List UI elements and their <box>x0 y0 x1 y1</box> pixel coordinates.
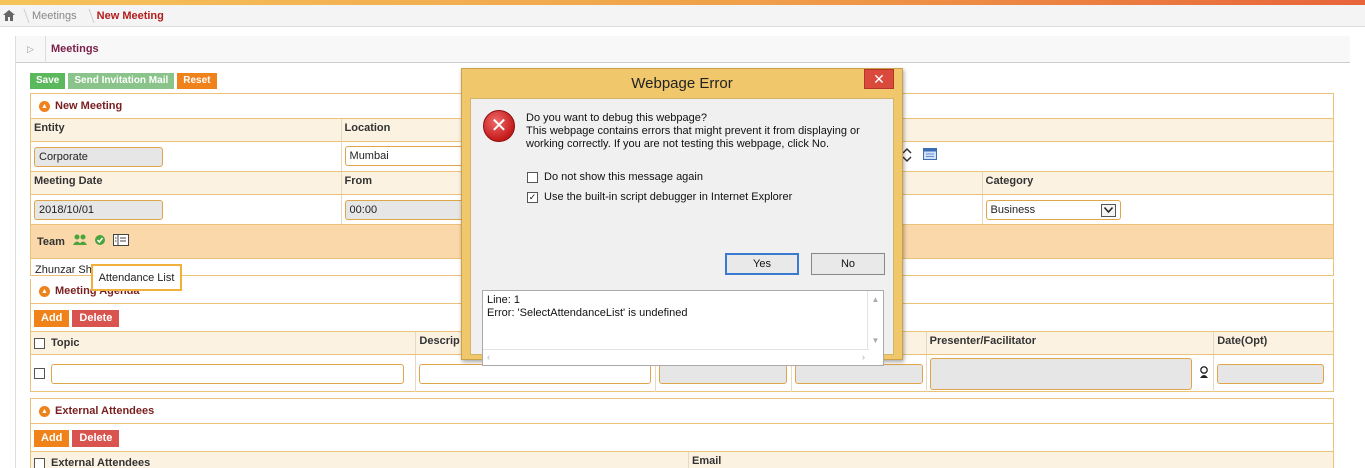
team-member-name: Zhunzar Sh <box>35 264 92 276</box>
description-input[interactable] <box>419 363 652 384</box>
dialog-message: Do you want to debug this webpage? This … <box>526 112 886 151</box>
external-attendees-header[interactable]: ▲ External Attendees <box>31 399 1333 423</box>
error-details-box[interactable]: Line: 1 Error: 'SelectAttendanceList' is… <box>482 290 884 366</box>
attendance-list-icon[interactable] <box>112 234 129 249</box>
external-add-button[interactable]: Add <box>34 430 70 447</box>
collapse-circle-icon[interactable]: ▲ <box>39 405 50 417</box>
dialog-question: Do you want to debug this webpage? <box>526 112 708 124</box>
external-actions: Add Delete <box>31 423 1333 451</box>
yes-button[interactable]: Yes <box>725 253 799 275</box>
date-opt-input[interactable] <box>1217 363 1325 384</box>
meeting-date-field[interactable]: 2018/10/01 <box>34 200 163 220</box>
spinner-icon[interactable] <box>902 147 912 166</box>
topic-header-label: Topic <box>51 337 80 349</box>
dialog-title: Webpage Error <box>631 75 733 92</box>
section-title: New Meeting <box>55 100 123 112</box>
breadcrumb-current: New Meeting <box>96 9 164 22</box>
breadcrumb-meetings-link[interactable]: Meetings <box>26 10 83 22</box>
breadcrumb-separator <box>83 5 91 27</box>
horizontal-scrollbar[interactable]: ‹ › <box>483 349 869 365</box>
category-label: Category <box>982 172 1334 194</box>
close-icon[interactable]: ✕ <box>864 69 894 89</box>
dont-show-checkbox[interactable] <box>527 171 538 183</box>
presenter-cell <box>927 355 1215 392</box>
email-column: Email <box>688 452 1333 468</box>
topic-input[interactable] <box>51 363 404 384</box>
topic-cell <box>31 355 417 392</box>
error-icon: ✕ <box>483 110 515 142</box>
vertical-scrollbar[interactable]: ▲ ▼ <box>867 291 883 349</box>
collapse-arrow-icon[interactable]: ▷ <box>16 35 46 63</box>
col4-input[interactable] <box>794 363 923 384</box>
category-cell: Business <box>983 195 1333 224</box>
date-opt-cell <box>1214 355 1333 392</box>
reset-button[interactable]: Reset <box>177 73 217 89</box>
error-message-text: Error: 'SelectAttendanceList' is undefin… <box>487 307 688 319</box>
no-button[interactable]: No <box>811 253 885 275</box>
team-label: Team <box>37 235 65 248</box>
dialog-title-bar[interactable]: Webpage Error ✕ <box>462 69 902 97</box>
save-button[interactable]: Save <box>30 73 66 89</box>
attendance-list-tooltip: Attendance List <box>91 264 182 291</box>
dont-show-option[interactable]: Do not show this message again <box>527 171 703 183</box>
entity-field[interactable]: Corporate <box>34 147 163 167</box>
presenter-input[interactable] <box>929 357 1192 390</box>
breadcrumb: Meetings New Meeting <box>0 5 1365 27</box>
category-select-value: Business <box>990 204 1036 216</box>
calendar-icon[interactable] <box>922 148 937 163</box>
external-header-row: External Attendees Email <box>31 451 1333 468</box>
collapse-circle-icon[interactable]: ▲ <box>39 285 50 297</box>
select-all-checkbox[interactable] <box>34 457 45 468</box>
error-line-text: Line: 1 <box>487 294 521 306</box>
presenter-header: Presenter/Facilitator <box>926 332 1215 354</box>
breadcrumb-separator <box>18 5 26 27</box>
date-opt-header: Date(Opt) <box>1214 332 1334 354</box>
page-title: Meetings <box>51 43 99 55</box>
meeting-date-cell: 2018/10/01 <box>31 195 342 224</box>
check-icon[interactable] <box>94 235 105 248</box>
from-time-field[interactable]: 00:00 <box>344 200 465 220</box>
meeting-date-label: Meeting Date <box>31 172 342 194</box>
collapse-circle-icon[interactable]: ▲ <box>39 100 50 112</box>
location-field[interactable]: Mumbai <box>344 146 465 166</box>
entity-cell: Corporate <box>31 142 342 171</box>
person-search-icon[interactable] <box>1199 366 1209 381</box>
category-select[interactable]: Business <box>985 200 1121 220</box>
external-attendees-column: External Attendees <box>31 452 689 468</box>
col3-input[interactable] <box>658 363 787 384</box>
use-debugger-checkbox[interactable]: ✓ <box>527 191 538 203</box>
section-title: External Attendees <box>55 405 155 417</box>
scroll-right-arrow-icon[interactable]: › <box>862 351 865 364</box>
dont-show-label: Do not show this message again <box>544 171 703 183</box>
select-all-checkbox[interactable] <box>34 337 45 349</box>
agenda-delete-button[interactable]: Delete <box>72 310 120 327</box>
home-icon[interactable] <box>0 5 18 27</box>
topic-header: Topic <box>31 332 417 354</box>
send-invitation-button[interactable]: Send Invitation Mail <box>68 73 175 89</box>
agenda-add-button[interactable]: Add <box>34 310 70 327</box>
dialog-body: ✕ Do you want to debug this webpage? Thi… <box>470 98 894 366</box>
external-attendees-section: ▲ External Attendees Add Delete External… <box>30 398 1334 468</box>
webpage-error-dialog: Webpage Error ✕ ✕ Do you want to debug t… <box>461 68 903 366</box>
chevron-down-icon[interactable] <box>1100 203 1116 217</box>
page-header: ▷ Meetings <box>16 35 1350 63</box>
add-team-icon[interactable] <box>72 234 87 249</box>
dialog-message-text: This webpage contains errors that might … <box>526 125 860 150</box>
external-delete-button[interactable]: Delete <box>72 430 120 447</box>
entity-label: Entity <box>31 119 342 141</box>
use-debugger-label: Use the built-in script debugger in Inte… <box>544 191 793 203</box>
external-attendees-header-label: External Attendees <box>51 457 151 468</box>
use-debugger-option[interactable]: ✓ Use the built-in script debugger in In… <box>527 191 792 203</box>
row-checkbox[interactable] <box>34 368 45 379</box>
scroll-left-arrow-icon[interactable]: ‹ <box>487 351 490 364</box>
form-toolbar: Save Send Invitation Mail Reset <box>30 73 217 89</box>
